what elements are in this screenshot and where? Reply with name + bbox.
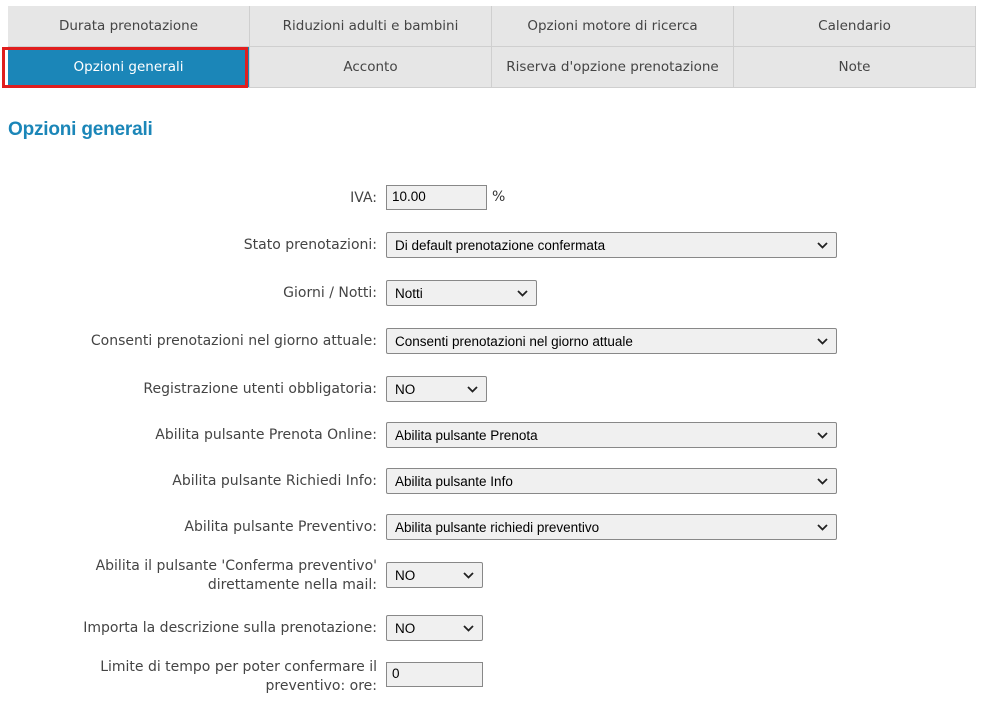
conferma-preventivo-mail-label: Abilita il pulsante 'Conferma preventivo… <box>95 558 377 593</box>
chevron-down-icon <box>516 287 528 299</box>
chevron-down-icon <box>816 239 828 251</box>
pulsante-info-select[interactable]: Abilita pulsante Info <box>386 468 837 494</box>
consenti-giorno-attuale-label: Consenti prenotazioni nel giorno attuale… <box>90 333 377 349</box>
iva-label: IVA: <box>350 190 377 206</box>
importa-descrizione-value: NO <box>395 620 416 636</box>
pulsante-prenota-label: Abilita pulsante Prenota Online: <box>155 427 377 443</box>
tab-riduzioni-adulti-bambini[interactable]: Riduzioni adulti e bambini <box>250 6 492 47</box>
stato-prenotazioni-select[interactable]: Di default prenotazione confermata <box>386 232 837 258</box>
registrazione-obbligatoria-value: NO <box>395 381 416 397</box>
tab-acconto[interactable]: Acconto <box>250 47 492 88</box>
giorni-notti-value: Notti <box>395 285 423 301</box>
iva-input[interactable]: 10.00 <box>386 185 487 210</box>
chevron-down-icon <box>466 383 478 395</box>
chevron-down-icon <box>816 335 828 347</box>
importa-descrizione-label: Importa la descrizione sulla prenotazion… <box>83 620 377 636</box>
chevron-down-icon <box>816 475 828 487</box>
registrazione-obbligatoria-label: Registrazione utenti obbligatoria: <box>143 381 377 397</box>
limite-tempo-input[interactable]: 0 <box>386 662 483 687</box>
pulsante-prenota-select[interactable]: Abilita pulsante Prenota <box>386 422 837 448</box>
chevron-down-icon <box>816 521 828 533</box>
stato-prenotazioni-value: Di default prenotazione confermata <box>395 237 606 253</box>
giorni-notti-select[interactable]: Notti <box>386 280 537 306</box>
pulsante-preventivo-label: Abilita pulsante Preventivo: <box>184 519 377 535</box>
conferma-preventivo-mail-value: NO <box>395 567 416 583</box>
tab-note[interactable]: Note <box>734 47 976 88</box>
chevron-down-icon <box>462 569 474 581</box>
pulsante-info-label: Abilita pulsante Richiedi Info: <box>172 473 377 489</box>
chevron-down-icon <box>462 622 474 634</box>
tab-riserva-opzione-prenotazione[interactable]: Riserva d'opzione prenotazione <box>492 47 734 88</box>
registrazione-obbligatoria-select[interactable]: NO <box>386 376 487 402</box>
tab-bar: Durata prenotazione Riduzioni adulti e b… <box>8 6 976 88</box>
pulsante-prenota-value: Abilita pulsante Prenota <box>395 427 538 443</box>
page-title: Opzioni generali <box>8 119 153 140</box>
importa-descrizione-select[interactable]: NO <box>386 615 483 641</box>
giorni-notti-label: Giorni / Notti: <box>283 285 377 301</box>
consenti-giorno-attuale-select[interactable]: Consenti prenotazioni nel giorno attuale <box>386 328 837 354</box>
pulsante-info-value: Abilita pulsante Info <box>395 473 513 489</box>
tab-durata-prenotazione[interactable]: Durata prenotazione <box>8 6 250 47</box>
pulsante-preventivo-select[interactable]: Abilita pulsante richiedi preventivo <box>386 514 837 540</box>
stato-prenotazioni-label: Stato prenotazioni: <box>243 237 377 253</box>
iva-unit: % <box>492 189 506 205</box>
chevron-down-icon <box>816 429 828 441</box>
pulsante-preventivo-value: Abilita pulsante richiedi preventivo <box>395 519 600 535</box>
tab-opzioni-motore-ricerca[interactable]: Opzioni motore di ricerca <box>492 6 734 47</box>
conferma-preventivo-mail-select[interactable]: NO <box>386 562 483 588</box>
consenti-giorno-attuale-value: Consenti prenotazioni nel giorno attuale <box>395 333 633 349</box>
tab-calendario[interactable]: Calendario <box>734 6 976 47</box>
tab-opzioni-generali[interactable]: Opzioni generali <box>8 47 250 88</box>
limite-tempo-label: Limite di tempo per poter confermare il … <box>100 659 377 694</box>
